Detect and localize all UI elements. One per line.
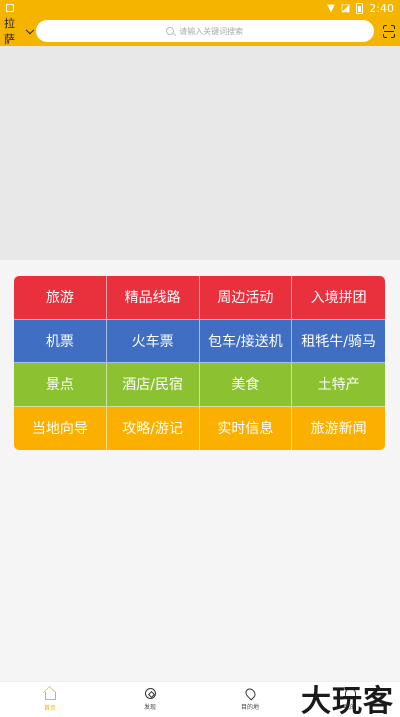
grid-item-hotels[interactable]: 酒店/民宿 xyxy=(106,363,200,407)
nav-item-destination[interactable]: 目的地 xyxy=(200,686,300,711)
watermark-logo: 大玩客 xyxy=(301,684,394,717)
grid-item-attractions[interactable]: 景点 xyxy=(14,363,107,407)
city-selector[interactable]: 拉萨 xyxy=(4,15,34,47)
nav-label-home: 首页 xyxy=(43,704,56,712)
wifi-icon: ▼ xyxy=(327,2,335,14)
search-input[interactable]: 请输入关键词搜索 xyxy=(35,20,374,42)
status-bar: ▼ ◪ 2:40 xyxy=(0,0,400,16)
nav-item-discover[interactable]: 发现 xyxy=(100,688,200,711)
search-icon xyxy=(166,27,175,35)
nav-label-discover: 发现 xyxy=(143,704,156,711)
grid-item-featured-routes[interactable]: 精品线路 xyxy=(106,276,200,320)
grid-item-local-specialties[interactable]: 土特产 xyxy=(292,363,385,407)
chevron-down-icon xyxy=(25,25,34,34)
grid-item-live-info[interactable]: 实时信息 xyxy=(199,406,293,450)
compass-icon xyxy=(144,688,156,699)
app-notification-icon xyxy=(6,4,14,12)
category-grid: 旅游 精品线路 周边活动 入境拼团 机票 火车票 包车/接送机 租牦牛/骑马 景… xyxy=(14,276,385,450)
grid-item-travel-news[interactable]: 旅游新闻 xyxy=(292,406,385,450)
grid-item-food[interactable]: 美食 xyxy=(199,363,293,407)
grid-item-inbound-group[interactable]: 入境拼团 xyxy=(292,276,385,320)
battery-icon xyxy=(356,2,364,14)
home-icon xyxy=(44,691,56,700)
grid-item-charter-transfer[interactable]: 包车/接送机 xyxy=(199,319,293,363)
grid-item-local-guide[interactable]: 当地向导 xyxy=(14,406,107,450)
grid-item-flights[interactable]: 机票 xyxy=(14,319,107,363)
grid-item-train-tickets[interactable]: 火车票 xyxy=(106,319,200,363)
nav-label-destination: 目的地 xyxy=(240,704,259,711)
status-time: 2:40 xyxy=(369,1,394,15)
sim-icon: ◪ xyxy=(340,2,351,14)
nav-item-home[interactable]: 首页 xyxy=(0,688,100,712)
grid-item-guides-travelogues[interactable]: 攻略/游记 xyxy=(106,406,200,450)
banner-area[interactable] xyxy=(0,46,400,260)
search-placeholder: 请输入关键词搜索 xyxy=(179,26,244,36)
grid-item-nearby-activities[interactable]: 周边活动 xyxy=(199,276,293,320)
location-pin-icon xyxy=(242,686,258,701)
scan-icon[interactable] xyxy=(383,25,395,38)
top-bar: 拉萨 请输入关键词搜索 xyxy=(0,16,400,46)
grid-item-yak-horse-rental[interactable]: 租牦牛/骑马 xyxy=(292,319,385,363)
grid-item-travel[interactable]: 旅游 xyxy=(14,276,107,320)
city-label: 拉萨 xyxy=(4,17,15,46)
